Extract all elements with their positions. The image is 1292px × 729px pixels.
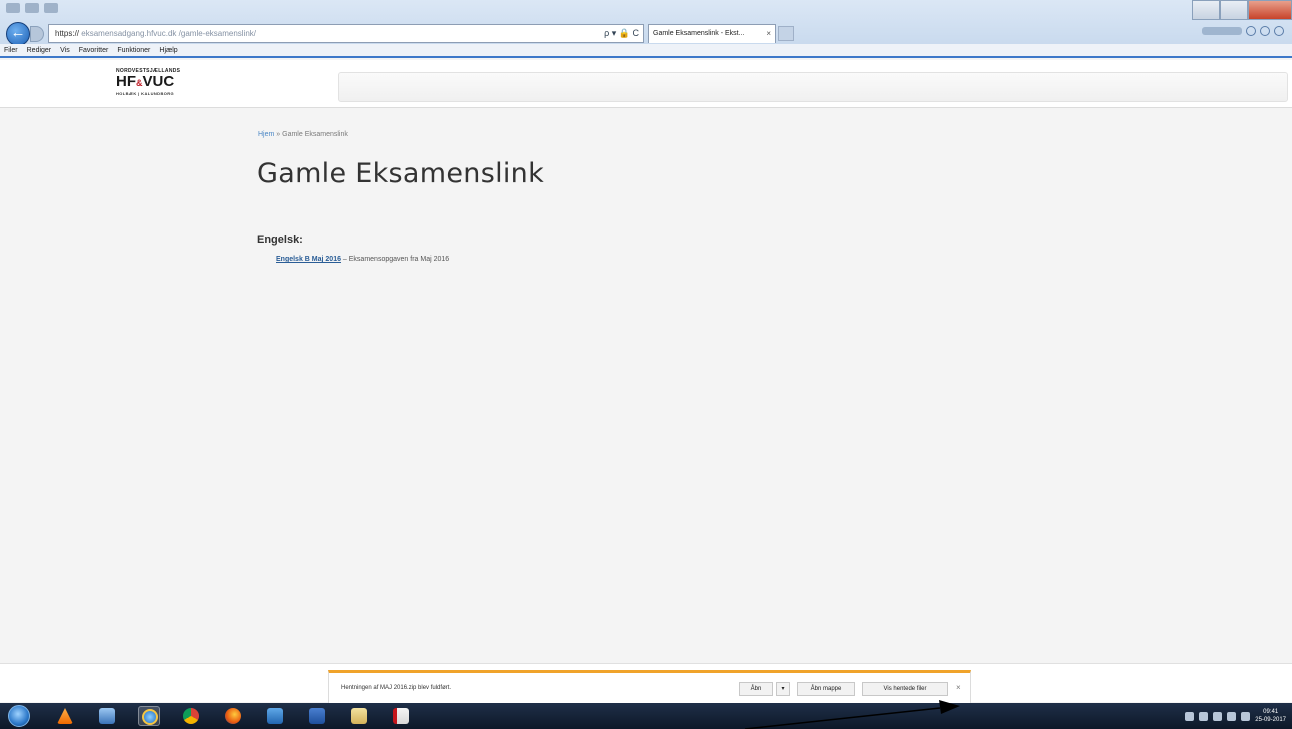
logo-sub-text: HOLBÆK | KALUNDBORG <box>116 91 175 96</box>
taskbar-app-word[interactable] <box>306 706 328 726</box>
favorites-icon <box>25 3 39 13</box>
site-navigation-bar <box>338 72 1288 102</box>
logo-vuc: VUC <box>142 73 175 90</box>
breadcrumb: Hjem » Gamle Eksamenslink <box>258 131 348 138</box>
new-tab-button[interactable] <box>778 26 794 41</box>
close-window-button[interactable] <box>1248 0 1292 20</box>
menu-item-favoritter[interactable]: Favoritter <box>79 47 109 54</box>
taskbar-app-firefox[interactable] <box>222 706 244 726</box>
page-icon <box>6 3 20 13</box>
logo-main-text: HF&VUC <box>116 74 196 91</box>
menu-bar: Filer Rediger Vis Favoritter Funktioner … <box>0 44 1292 58</box>
menu-item-hjaelp[interactable]: Hjælp <box>159 47 177 54</box>
menu-item-vis[interactable]: Vis <box>60 47 70 54</box>
arrow-left-icon: ← <box>10 24 26 41</box>
download-message: Hentningen af MAJ 2016.zip blev fuldført… <box>341 685 452 691</box>
menu-item-filer[interactable]: Filer <box>4 47 18 54</box>
folder-icon <box>351 708 367 724</box>
menu-item-funktioner[interactable]: Funktioner <box>117 47 150 54</box>
maximize-button[interactable] <box>1220 0 1248 20</box>
page-title: Gamle Eksamenslink <box>257 158 545 189</box>
breadcrumb-current: Gamle Eksamenslink <box>282 131 348 138</box>
menu-item-rediger[interactable]: Rediger <box>27 47 52 54</box>
internet-explorer-icon <box>142 709 158 725</box>
minimize-button[interactable] <box>1192 0 1220 20</box>
browser-toolbar-right <box>1202 26 1284 36</box>
open-button[interactable]: Åbn <box>739 682 773 696</box>
clock-time: 09:41 <box>1263 709 1279 715</box>
download-notification-bar: Hentningen af MAJ 2016.zip blev fuldført… <box>328 670 971 703</box>
site-logo[interactable]: NORDVESTSJÆLLANDS HF&VUC HOLBÆK | KALUND… <box>116 68 196 102</box>
address-tools[interactable]: ρ ▾ 🔒 C <box>604 25 639 42</box>
taskbar-clock[interactable]: 09:41 25-09-2017 <box>1255 708 1286 724</box>
flag-icon[interactable] <box>1213 711 1223 721</box>
network-icon[interactable] <box>1227 711 1237 721</box>
url-prefix: https:// <box>55 29 80 38</box>
taskbar-app-photo-viewer[interactable] <box>96 706 118 726</box>
windows-taskbar: 09:41 25-09-2017 <box>0 703 1292 729</box>
vlc-icon <box>57 708 73 724</box>
calendar-icon <box>267 708 283 724</box>
browser-tab-active[interactable]: Gamle Eksamenslink - Ekst... × <box>648 24 776 43</box>
clock-date: 25-09-2017 <box>1255 717 1286 723</box>
system-tray: 09:41 25-09-2017 <box>1185 703 1292 729</box>
language-icon[interactable] <box>1199 711 1209 721</box>
tray-expand-icon[interactable] <box>1185 711 1195 721</box>
home-icon[interactable] <box>1246 26 1256 36</box>
breadcrumb-home-link[interactable]: Hjem <box>258 131 274 138</box>
taskbar-app-adobe-reader[interactable] <box>390 706 412 726</box>
url-path: /gamle-eksamenslink/ <box>178 29 257 38</box>
forward-button[interactable] <box>30 26 44 42</box>
gear-icon[interactable] <box>1274 26 1284 36</box>
chrome-icon <box>183 708 199 724</box>
url-domain: eksamensadgang.hfvuc.dk <box>81 29 177 38</box>
taskbar-app-file-explorer[interactable] <box>348 706 370 726</box>
taskbar-app-chrome[interactable] <box>180 706 202 726</box>
star-icon[interactable] <box>1260 26 1270 36</box>
view-downloads-button[interactable]: Vis hentede filer <box>862 682 948 696</box>
quick-access-toolbar <box>6 3 58 13</box>
back-button[interactable]: ← <box>6 22 30 46</box>
breadcrumb-separator: » <box>274 131 283 138</box>
feed-icon <box>44 3 58 13</box>
address-bar[interactable]: https:// eksamensadgang.hfvuc.dk /gamle-… <box>48 24 644 43</box>
annotation-arrow <box>744 700 960 729</box>
taskbar-app-vlc[interactable] <box>54 706 76 726</box>
volume-icon[interactable] <box>1241 711 1251 721</box>
tab-close-icon[interactable]: × <box>766 25 771 42</box>
browser-titlebar: ← https:// eksamensadgang.hfvuc.dk /gaml… <box>0 0 1292 46</box>
close-icon[interactable]: × <box>956 683 961 692</box>
navigation-row: ← https:// eksamensadgang.hfvuc.dk /gaml… <box>0 20 1292 46</box>
pdf-icon <box>393 708 409 724</box>
section-heading-engelsk: Engelsk: <box>257 234 303 246</box>
exam-link-description: – Eksamensopgaven fra Maj 2016 <box>340 256 450 263</box>
exam-link-row: Engelsk B Maj 2016 – Eksamensopgaven fra… <box>276 256 449 263</box>
logo-hf: HF <box>116 73 136 90</box>
exam-link-engelsk-b[interactable]: Engelsk B Maj 2016 <box>276 256 341 263</box>
site-header: NORDVESTSJÆLLANDS HF&VUC HOLBÆK | KALUND… <box>0 60 1292 108</box>
taskbar-app-calendar[interactable] <box>264 706 286 726</box>
taskbar-app-windows-media-player[interactable] <box>12 706 34 726</box>
open-dropdown-button[interactable]: ▾ <box>776 682 790 696</box>
tab-title: Gamle Eksamenslink - Ekst... <box>653 30 745 37</box>
photo-viewer-icon <box>99 708 115 724</box>
toolbar-label <box>1202 27 1242 35</box>
taskbar-app-internet-explorer[interactable] <box>138 706 160 726</box>
word-icon <box>309 708 325 724</box>
window-controls <box>1192 0 1292 20</box>
firefox-icon <box>225 708 241 724</box>
open-folder-button[interactable]: Åbn mappe <box>797 682 855 696</box>
